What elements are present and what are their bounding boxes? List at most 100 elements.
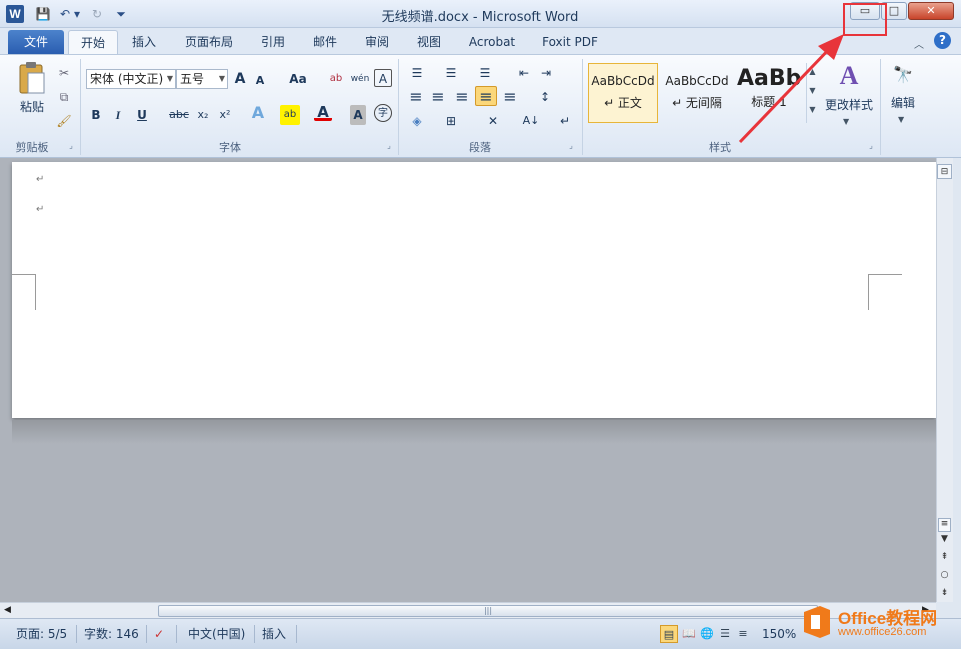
outline-view-icon[interactable]: ☰ xyxy=(716,625,734,643)
save-icon[interactable]: 💾 xyxy=(34,6,52,22)
paste-icon[interactable] xyxy=(14,59,50,99)
help-icon[interactable]: ? xyxy=(934,32,951,49)
horizontal-scroll-thumb[interactable]: ||| xyxy=(158,605,818,617)
strikethrough-button[interactable]: abc xyxy=(168,105,190,125)
format-painter-icon[interactable]: 🖌 xyxy=(54,111,74,131)
style-no-spacing[interactable]: AaBbCcDd ↵ 无间隔 xyxy=(662,63,732,123)
sort-button[interactable]: A↓ xyxy=(520,111,542,131)
page-counter[interactable]: 页面: 5/5 xyxy=(16,625,67,643)
align-left-button[interactable]: ≡ xyxy=(406,87,426,107)
enclose-characters-button[interactable]: 字 xyxy=(374,104,392,122)
style-normal[interactable]: AaBbCcDd ↵ 正文 xyxy=(588,63,658,123)
previous-page-icon[interactable]: ⇞ xyxy=(937,550,952,565)
superscript-button[interactable]: x² xyxy=(216,105,234,125)
undo-dropdown-icon[interactable]: ▾ xyxy=(72,6,82,22)
zoom-level[interactable]: 150% xyxy=(762,625,796,643)
italic-button[interactable]: I xyxy=(110,105,126,125)
copy-icon[interactable]: ⧉ xyxy=(54,87,74,107)
justify-button[interactable]: ≡ xyxy=(475,86,497,106)
title-bar: W 💾 ↶ ▾ ↻ ⏷ 无线频谱.docx - Microsoft Word ▭… xyxy=(0,0,961,28)
change-case-button[interactable]: Aa xyxy=(284,69,312,89)
chevron-down-icon[interactable]: ▼ xyxy=(898,115,904,124)
paste-button[interactable]: 粘贴 xyxy=(14,97,50,117)
document-workspace[interactable]: ↵ ↵ xyxy=(0,158,936,602)
grow-font-button[interactable]: A xyxy=(232,69,248,89)
styles-launcher-icon[interactable]: ⌟ xyxy=(866,141,876,151)
subscript-button[interactable]: x₂ xyxy=(194,105,212,125)
window-title: 无线频谱.docx - Microsoft Word xyxy=(381,10,579,25)
character-shading-button[interactable]: A xyxy=(350,105,366,125)
next-page-icon[interactable]: ⇟ xyxy=(937,586,952,601)
reading-view-icon[interactable]: 📖 xyxy=(680,625,698,643)
character-border-button[interactable]: A xyxy=(374,69,392,87)
vertical-scrollbar[interactable]: ⊟ ≡ ▼ ⇞ ○ ⇟ xyxy=(936,158,953,602)
tab-review[interactable]: 审阅 xyxy=(358,30,396,54)
tab-home[interactable]: 开始 xyxy=(68,30,118,54)
proofing-icon[interactable]: ✓ xyxy=(154,625,164,643)
cut-icon[interactable]: ✂ xyxy=(54,63,74,83)
font-name-combo[interactable]: 宋体 (中文正) ▼ xyxy=(86,69,176,89)
clear-format-button[interactable]: ab xyxy=(326,69,346,89)
status-separator xyxy=(146,625,147,643)
numbering-button[interactable]: ☰ xyxy=(440,63,462,83)
ruler-toggle-icon[interactable]: ⊟ xyxy=(937,164,952,179)
ribbon-collapse-icon[interactable]: ︿ xyxy=(914,36,924,51)
shrink-font-button[interactable]: A xyxy=(252,71,268,91)
close-button[interactable]: ✕ xyxy=(908,2,954,20)
line-spacing-button[interactable]: ↕ xyxy=(534,87,556,107)
align-right-button[interactable]: ≡ xyxy=(452,87,472,107)
text-effects-button[interactable]: A xyxy=(248,103,268,123)
tab-references[interactable]: 引用 xyxy=(254,30,292,54)
decrease-indent-button[interactable]: ⇤ xyxy=(514,63,534,83)
editing-button[interactable]: 编辑 xyxy=(884,93,922,113)
scroll-left-icon[interactable]: ◀ xyxy=(4,605,11,615)
show-marks-button[interactable]: ↵ xyxy=(556,111,574,131)
customize-quick-access-icon[interactable]: ⏷ xyxy=(112,6,130,22)
distributed-button[interactable]: ≡ xyxy=(500,87,520,107)
align-center-button[interactable]: ≡ xyxy=(428,87,448,107)
group-separator xyxy=(80,59,81,155)
horizontal-scrollbar[interactable]: ◀ ||| ▶ xyxy=(0,602,936,618)
word-app-icon[interactable]: W xyxy=(6,5,24,23)
browse-object-icon[interactable]: ○ xyxy=(937,568,952,583)
margin-corner-left xyxy=(12,274,36,310)
borders-button[interactable]: ⊞ xyxy=(440,111,462,131)
status-separator xyxy=(296,625,297,643)
tab-view[interactable]: 视图 xyxy=(410,30,448,54)
font-size-combo[interactable]: 五号 ▼ xyxy=(176,69,228,89)
underline-button[interactable]: U xyxy=(134,105,150,125)
tab-insert[interactable]: 插入 xyxy=(124,30,164,54)
scroll-down-icon[interactable]: ▼ xyxy=(937,532,952,547)
redo-icon[interactable]: ↻ xyxy=(88,6,106,22)
tab-foxit-pdf[interactable]: Foxit PDF xyxy=(536,30,604,54)
insert-mode-indicator[interactable]: 插入 xyxy=(262,625,286,643)
font-launcher-icon[interactable]: ⌟ xyxy=(384,141,394,151)
web-layout-view-icon[interactable]: 🌐 xyxy=(698,625,716,643)
paragraph-launcher-icon[interactable]: ⌟ xyxy=(566,141,576,151)
page-gap xyxy=(12,420,936,444)
tab-file[interactable]: 文件 xyxy=(8,30,64,54)
word-count[interactable]: 字数: 146 xyxy=(84,625,139,643)
bold-button[interactable]: B xyxy=(88,105,104,125)
tab-acrobat[interactable]: Acrobat xyxy=(462,30,522,54)
phonetic-guide-button[interactable]: wén xyxy=(350,69,370,89)
shading-button[interactable]: ◈ xyxy=(406,111,428,131)
document-page[interactable]: ↵ ↵ xyxy=(12,162,936,418)
multilevel-list-button[interactable]: ☰ xyxy=(474,63,496,83)
draft-view-icon[interactable]: ≡ xyxy=(734,625,752,643)
font-name-value: 宋体 (中文正) xyxy=(90,72,164,86)
style-sample: AaBbCcDd xyxy=(591,74,655,88)
text-highlight-button[interactable]: ab xyxy=(280,105,300,125)
style-sample: AaBbCcDd xyxy=(665,74,729,88)
bullets-button[interactable]: ☰ xyxy=(406,63,428,83)
scroll-thumb[interactable]: ≡ xyxy=(938,518,951,532)
font-color-button[interactable]: A xyxy=(314,103,332,121)
tab-page-layout[interactable]: 页面布局 xyxy=(178,30,240,54)
tab-mailings[interactable]: 邮件 xyxy=(306,30,344,54)
increase-indent-button[interactable]: ⇥ xyxy=(536,63,556,83)
clipboard-launcher-icon[interactable]: ⌟ xyxy=(66,141,76,151)
print-layout-view-icon[interactable]: ▤ xyxy=(660,625,678,643)
asian-layout-button[interactable]: ✕ xyxy=(482,111,504,131)
binoculars-icon[interactable]: 🔭 xyxy=(888,61,918,89)
language-indicator[interactable]: 中文(中国) xyxy=(188,625,245,643)
